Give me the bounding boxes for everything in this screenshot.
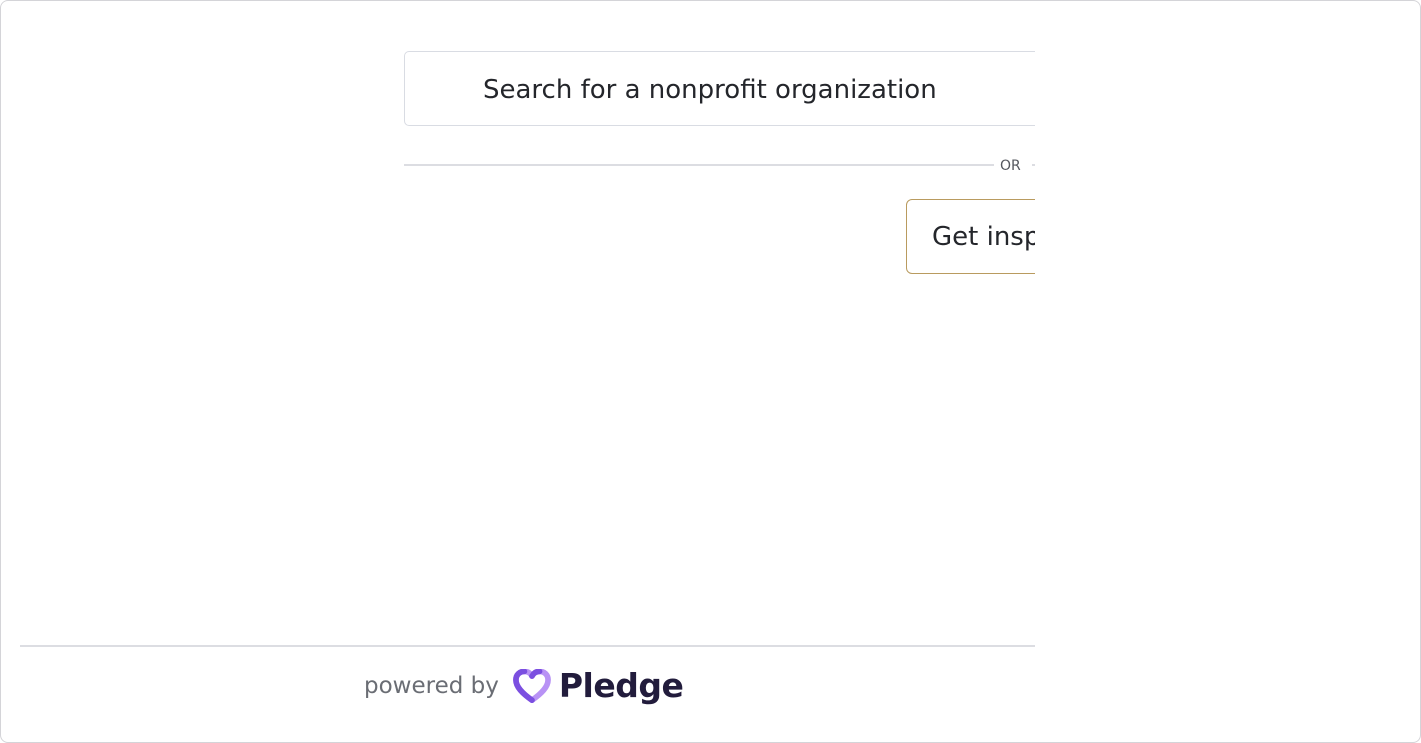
get-inspired-label: Get insp: [932, 222, 1035, 252]
heart-icon: [512, 669, 551, 703]
search-input[interactable]: Search for a nonprofit organization: [404, 51, 1035, 126]
search-placeholder: Search for a nonprofit organization: [483, 75, 937, 105]
powered-by-footer: powered by Pledge: [364, 664, 684, 708]
pledge-logo-link[interactable]: Pledge: [512, 666, 684, 706]
widget-content: Search for a nonprofit organization OR G…: [0, 0, 1035, 743]
or-divider-line-right: [1032, 164, 1035, 166]
footer-divider: [20, 645, 1035, 647]
or-divider-label: OR: [1000, 158, 1021, 174]
or-divider-line-left: [404, 164, 994, 166]
powered-by-text: powered by: [364, 673, 499, 699]
get-inspired-button[interactable]: Get insp: [906, 199, 1035, 274]
pledge-brand-name: Pledge: [558, 666, 684, 705]
